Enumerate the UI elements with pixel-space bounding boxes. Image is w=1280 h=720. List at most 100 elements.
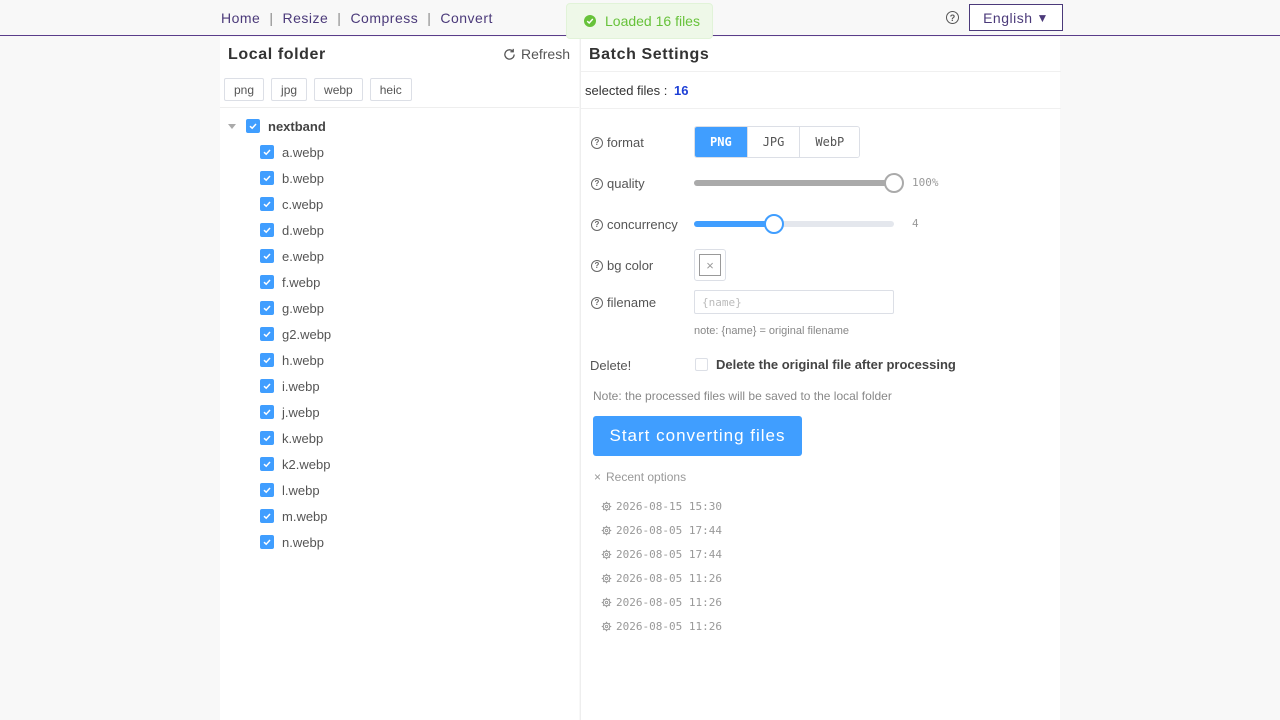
quality-slider-handle[interactable]: [884, 173, 904, 193]
file-name: g2.webp: [282, 326, 332, 342]
file-checkbox[interactable]: [260, 145, 274, 159]
recent-options-toggle[interactable]: × Recent options: [594, 470, 686, 484]
recent-option-item[interactable]: 2026-08-15 15:30: [601, 494, 722, 518]
recent-option-item[interactable]: 2026-08-05 17:44: [601, 542, 722, 566]
refresh-icon: [504, 48, 515, 60]
file-tree: nextband a.webp b.webp c.webp d.webp e.webp f…: [220, 113, 579, 555]
file-item[interactable]: e.webp: [220, 243, 579, 269]
file-checkbox[interactable]: [260, 301, 274, 315]
help-icon[interactable]: ?: [591, 296, 603, 309]
gear-icon: [601, 525, 612, 536]
file-checkbox[interactable]: [260, 457, 274, 471]
format-option-jpg[interactable]: JPG: [746, 127, 800, 157]
quality-slider[interactable]: [694, 173, 904, 193]
file-checkbox[interactable]: [260, 249, 274, 263]
file-item[interactable]: l.webp: [220, 477, 579, 503]
filter-heic[interactable]: heic: [369, 78, 412, 101]
file-checkbox[interactable]: [260, 509, 274, 523]
file-item[interactable]: m.webp: [220, 503, 579, 529]
check-icon: [584, 15, 596, 27]
main-nav: Home | Resize | Compress | Convert: [221, 10, 493, 26]
file-checkbox[interactable]: [260, 535, 274, 549]
delete-original-checkbox[interactable]: [695, 358, 708, 371]
file-item[interactable]: k.webp: [220, 425, 579, 451]
file-item[interactable]: d.webp: [220, 217, 579, 243]
nav-convert[interactable]: Convert: [440, 10, 493, 26]
file-item[interactable]: i.webp: [220, 373, 579, 399]
recent-option-time: 2026-08-05 17:44: [616, 547, 722, 561]
file-name: g.webp: [282, 300, 324, 316]
file-name: f.webp: [282, 274, 321, 290]
file-item[interactable]: c.webp: [220, 191, 579, 217]
local-folder-title: Local folder: [228, 46, 326, 63]
gear-icon: [601, 573, 612, 584]
file-checkbox[interactable]: [260, 483, 274, 497]
recent-option-item[interactable]: 2026-08-05 11:26: [601, 566, 722, 590]
file-name: a.webp: [282, 144, 324, 160]
file-name: i.webp: [282, 378, 320, 394]
file-name: e.webp: [282, 248, 324, 264]
file-item[interactable]: j.webp: [220, 399, 579, 425]
concurrency-slider[interactable]: [694, 214, 894, 234]
file-checkbox[interactable]: [260, 353, 274, 367]
filter-webp[interactable]: webp: [314, 78, 363, 101]
help-icon[interactable]: ?: [591, 136, 603, 149]
format-option-webp[interactable]: WebP: [799, 127, 860, 157]
file-name: k.webp: [282, 430, 324, 446]
file-item[interactable]: g2.webp: [220, 321, 579, 347]
file-name: d.webp: [282, 222, 324, 238]
recent-option-item[interactable]: 2026-08-05 11:26: [601, 590, 722, 614]
recent-option-item[interactable]: 2026-08-05 17:44: [601, 518, 722, 542]
file-item[interactable]: k2.webp: [220, 451, 579, 477]
filter-png[interactable]: png: [224, 78, 265, 101]
file-name: j.webp: [282, 404, 320, 420]
loaded-toast: Loaded 16 files: [566, 3, 713, 39]
divider: [581, 71, 1061, 72]
file-checkbox[interactable]: [260, 275, 274, 289]
gear-icon: [601, 597, 612, 608]
tree-root[interactable]: nextband: [220, 113, 579, 139]
file-checkbox[interactable]: [260, 405, 274, 419]
nav-compress[interactable]: Compress: [350, 10, 418, 26]
filename-note: note: {name} = original filename: [694, 325, 850, 337]
file-name: c.webp: [282, 196, 324, 212]
format-option-png[interactable]: PNG: [695, 127, 747, 157]
concurrency-label: concurrency: [607, 217, 678, 232]
file-item[interactable]: n.webp: [220, 529, 579, 555]
file-checkbox[interactable]: [260, 327, 274, 341]
refresh-button[interactable]: Refresh: [503, 46, 570, 62]
batch-settings-panel: Batch Settings selected files : 16 ? for…: [580, 37, 1061, 720]
file-checkbox[interactable]: [260, 197, 274, 211]
file-item[interactable]: a.webp: [220, 139, 579, 165]
expand-arrow-icon[interactable]: [228, 123, 236, 129]
delete-original-label[interactable]: Delete the original file after processin…: [716, 357, 956, 372]
divider: [581, 108, 1061, 109]
file-item[interactable]: h.webp: [220, 347, 579, 373]
file-checkbox[interactable]: [260, 379, 274, 393]
help-icon[interactable]: ?: [591, 259, 603, 272]
help-icon[interactable]: ?: [946, 11, 959, 24]
filename-input[interactable]: [694, 290, 894, 314]
nav-resize[interactable]: Resize: [283, 10, 329, 26]
filter-jpg[interactable]: jpg: [271, 78, 308, 101]
nav-home[interactable]: Home: [221, 10, 260, 26]
root-checkbox[interactable]: [246, 119, 260, 133]
format-label: format: [607, 135, 644, 150]
quality-value: 100%: [912, 176, 939, 189]
file-checkbox[interactable]: [260, 171, 274, 185]
bg-color-picker[interactable]: ×: [694, 249, 726, 281]
recent-option-item[interactable]: 2026-08-05 11:26: [601, 614, 722, 638]
help-icon[interactable]: ?: [591, 177, 603, 190]
start-converting-button[interactable]: Start converting files: [593, 416, 802, 456]
file-checkbox[interactable]: [260, 223, 274, 237]
bg-color-label-row: ? bg color: [591, 258, 653, 273]
file-item[interactable]: f.webp: [220, 269, 579, 295]
file-item[interactable]: g.webp: [220, 295, 579, 321]
concurrency-slider-handle[interactable]: [764, 214, 784, 234]
language-select[interactable]: English ▼: [969, 4, 1063, 31]
file-checkbox[interactable]: [260, 431, 274, 445]
selected-files-count: 16: [674, 83, 689, 98]
help-icon[interactable]: ?: [591, 218, 603, 231]
local-folder-panel: Local folder Refresh png jpg webp heic n…: [220, 37, 579, 720]
file-item[interactable]: b.webp: [220, 165, 579, 191]
